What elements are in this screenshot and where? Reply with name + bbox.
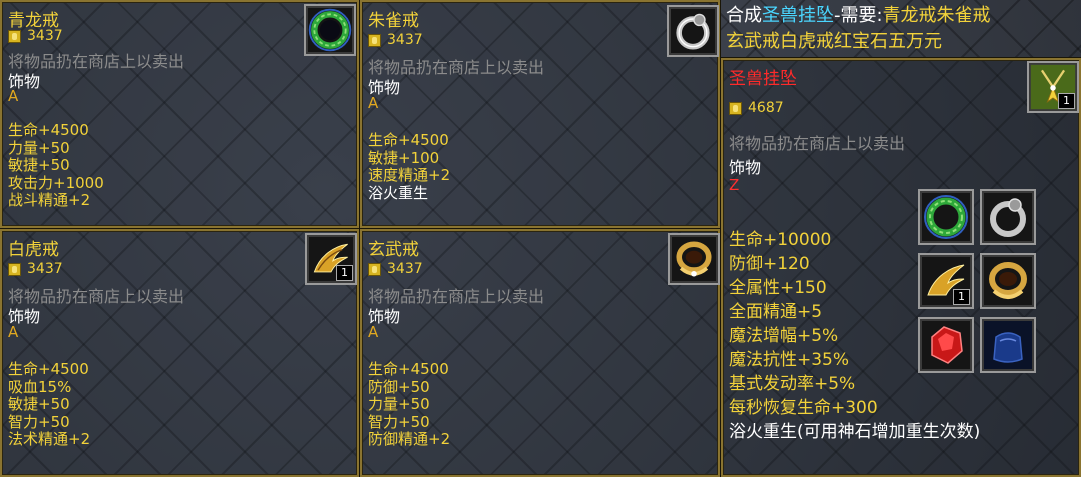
gold-coin-icon — [368, 33, 381, 47]
stat-line: 攻击力+1000 — [8, 173, 104, 192]
item-name: 白虎戒 — [8, 240, 59, 260]
recipe-need-label: -需要: — [834, 5, 883, 26]
gold-ring-icon[interactable] — [980, 253, 1036, 309]
item-type: 饰物 — [729, 158, 762, 177]
stat-line: 法术精通+2 — [8, 430, 91, 448]
gold-ring-icon[interactable] — [668, 233, 720, 285]
ruby-icon[interactable] — [918, 317, 974, 373]
item-name: 圣兽挂坠 — [729, 69, 797, 89]
item-panel-zhuque: 朱雀戒 3437 将物品扔在商店上以卖出 饰物 A 生命+4500 敏捷+100… — [360, 0, 720, 228]
stat-line: 生命+4500 — [368, 131, 449, 149]
item-price: 3437 — [387, 261, 423, 277]
stat-line: 智力+50 — [8, 412, 70, 431]
price-row: 3437 — [8, 28, 63, 44]
item-name: 玄武戒 — [368, 240, 419, 260]
item-panel-qinglong: 青龙戒 3437 将物品扔在商店上以卖出 饰物 A 生命+4500 力量+50 … — [0, 0, 359, 228]
stat-list: 生命+4500 防御+50 力量+50 智力+50 防御精通+2 — [368, 360, 451, 449]
item-stack-count: 1 — [1058, 93, 1075, 109]
price-row: 3437 — [368, 32, 423, 48]
item-grade: A — [8, 323, 19, 341]
item-grade: A — [368, 323, 379, 341]
gold-coin-icon — [729, 101, 742, 115]
item-grade: A — [8, 87, 19, 105]
gold-coin-icon — [368, 262, 381, 276]
recipe-line-1: 合成圣兽挂坠-需要:青龙戒朱雀戒 — [726, 3, 991, 29]
item-panel-pendant: 圣兽挂坠 4687 将物品扔在商店上以卖出 饰物 Z 生命+10000 防御+1… — [721, 58, 1081, 477]
silver-ring-icon[interactable] — [667, 5, 719, 57]
item-price: 4687 — [748, 100, 784, 116]
stat-list: 生命+4500 力量+50 敏捷+50 攻击力+1000 战斗精通+2 — [8, 121, 104, 210]
golden-wing-icon[interactable]: 1 — [918, 253, 974, 309]
item-stack-count: 1 — [336, 265, 353, 281]
pendant-icon[interactable]: 1 — [1027, 61, 1079, 113]
stat-line: 生命+4500 — [368, 360, 449, 378]
stat-line: 力量+50 — [368, 395, 430, 413]
stat-line: 敏捷+100 — [368, 148, 440, 167]
recipe-prefix: 合成 — [726, 5, 762, 26]
item-panel-xuanwu: 玄武戒 3437 将物品扔在商店上以卖出 饰物 A 生命+4500 防御+50 … — [360, 229, 720, 477]
stat-line: 敏捷+50 — [8, 395, 70, 413]
golden-wing-icon[interactable]: 1 — [305, 233, 357, 285]
stat-line: 每秒恢复生命+300 — [729, 398, 878, 418]
item-price: 3437 — [387, 32, 423, 48]
stat-line: 生命+4500 — [8, 360, 89, 378]
recipe-ingredients: 青龙戒朱雀戒 — [882, 5, 991, 26]
special-effect: 浴火重生(可用神石增加重生次数) — [729, 422, 981, 442]
item-grade: A — [368, 94, 379, 112]
item-price: 3437 — [27, 261, 63, 277]
stat-line: 防御精通+2 — [368, 430, 451, 448]
stat-line: 基式发动率+5% — [729, 374, 856, 394]
recipe-line-2: 玄武戒白虎戒红宝石五万元 — [726, 31, 942, 52]
stat-line: 敏捷+50 — [8, 156, 70, 174]
stat-line: 浴火重生 — [368, 183, 429, 202]
item-grade: Z — [729, 176, 740, 194]
gold-coin-icon — [8, 262, 21, 276]
stat-line: 智力+50 — [368, 412, 430, 431]
stat-line: 力量+50 — [8, 138, 70, 157]
stat-list: 生命+4500 吸血15% 敏捷+50 智力+50 法术精通+2 — [8, 360, 91, 449]
item-stack-count: 1 — [953, 289, 970, 305]
stat-line: 吸血15% — [8, 377, 72, 396]
sell-hint: 将物品扔在商店上以卖出 — [729, 134, 906, 153]
stat-line: 防御+50 — [368, 377, 430, 396]
stat-line: 生命+4500 — [8, 121, 89, 139]
green-ring-icon[interactable] — [304, 4, 356, 56]
price-row: 3437 — [8, 261, 63, 277]
stat-list: 生命+4500 敏捷+100 速度精通+2 浴火重生 — [368, 131, 451, 202]
green-ring-icon[interactable] — [918, 189, 974, 245]
silver-ring-icon[interactable] — [980, 189, 1036, 245]
item-price: 3437 — [27, 28, 63, 44]
recipe-header: 合成圣兽挂坠-需要:青龙戒朱雀戒 玄武戒白虎戒红宝石五万元 — [726, 3, 991, 55]
stat-line: 速度精通+2 — [368, 166, 451, 184]
recipe-target: 圣兽挂坠 — [762, 5, 834, 26]
item-name: 朱雀戒 — [368, 11, 419, 31]
gold-coin-icon — [8, 29, 21, 43]
price-row: 3437 — [368, 261, 423, 277]
item-panel-baihu: 白虎戒 3437 将物品扔在商店上以卖出 饰物 A 生命+4500 吸血15% … — [0, 229, 359, 477]
blue-pouch-icon[interactable] — [980, 317, 1036, 373]
price-row: 4687 — [729, 100, 784, 116]
stat-line: 战斗精通+2 — [8, 191, 91, 209]
